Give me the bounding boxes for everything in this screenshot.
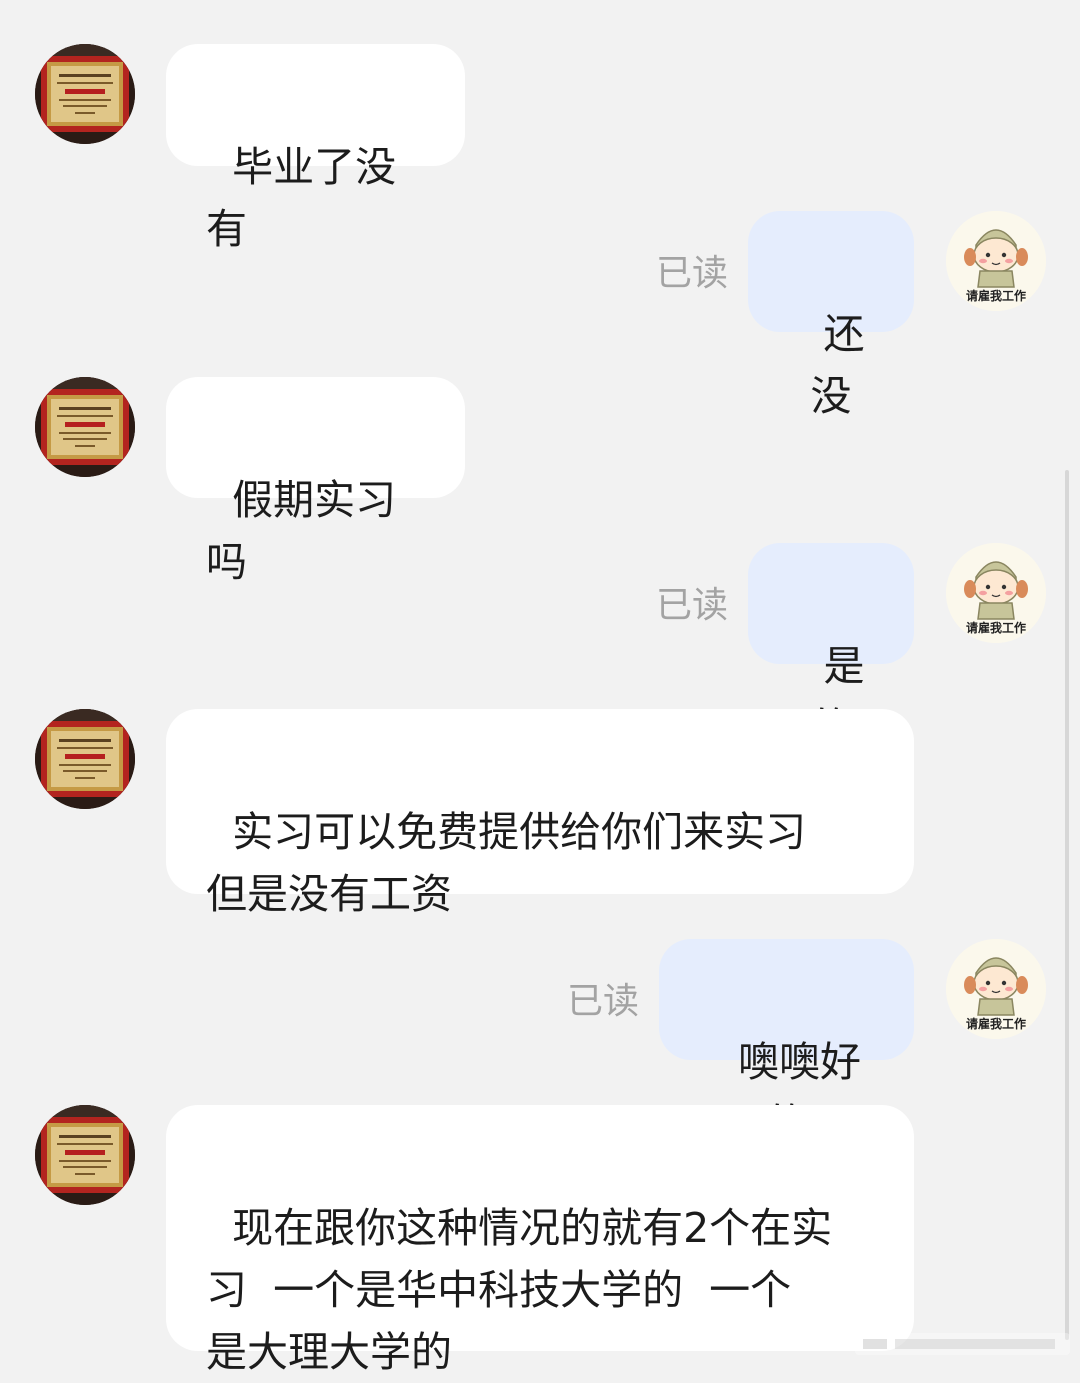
my-avatar[interactable]: 请雇我工作 [946,543,1046,643]
message-bubble-received[interactable]: 假期实习吗 [166,377,465,586]
contact-avatar[interactable] [35,1105,135,1205]
watermark-logo-icon [855,1333,1070,1355]
read-status: 已读 [656,253,729,294]
certificate-plaque-icon [35,709,135,809]
message-bubble-sent[interactable]: 是的 [748,543,914,752]
my-avatar[interactable]: 请雇我工作 [946,939,1046,1039]
sticker-caption: 请雇我工作 [965,621,1026,635]
message-bubble-received[interactable]: 现在跟你这种情况的就有2个在实 习 一个是华中科技大学的 一个 是大理大学的 [166,1105,914,1376]
message-bubble-sent[interactable]: 还没 [748,211,914,420]
sticker-caption: 请雇我工作 [965,1017,1026,1031]
certificate-plaque-icon [35,377,135,477]
message-text: 实习可以免费提供给你们来实习 但是没有工资 [206,808,807,918]
message-text: 现在跟你这种情况的就有2个在实 习 一个是华中科技大学的 一个 是大理大学的 [206,1204,833,1376]
certificate-plaque-icon [35,44,135,144]
read-status: 已读 [656,585,729,626]
message-bubble-received[interactable]: 毕业了没有 [166,44,465,253]
message-bubble-sent[interactable]: 噢噢好的 [659,939,914,1148]
certificate-plaque-icon [35,1105,135,1205]
contact-avatar[interactable] [35,709,135,809]
my-avatar[interactable]: 请雇我工作 [946,211,1046,311]
contact-avatar[interactable] [35,377,135,477]
sticker-caption: 请雇我工作 [965,289,1026,303]
message-text: 还没 [810,310,865,420]
scrollbar[interactable] [1065,470,1069,1340]
message-bubble-received[interactable]: 实习可以免费提供给你们来实习 但是没有工资 [166,709,914,918]
contact-avatar[interactable] [35,44,135,144]
message-text: 毕业了没有 [206,143,397,253]
read-status: 已读 [567,981,640,1022]
message-text: 假期实习吗 [206,476,397,586]
